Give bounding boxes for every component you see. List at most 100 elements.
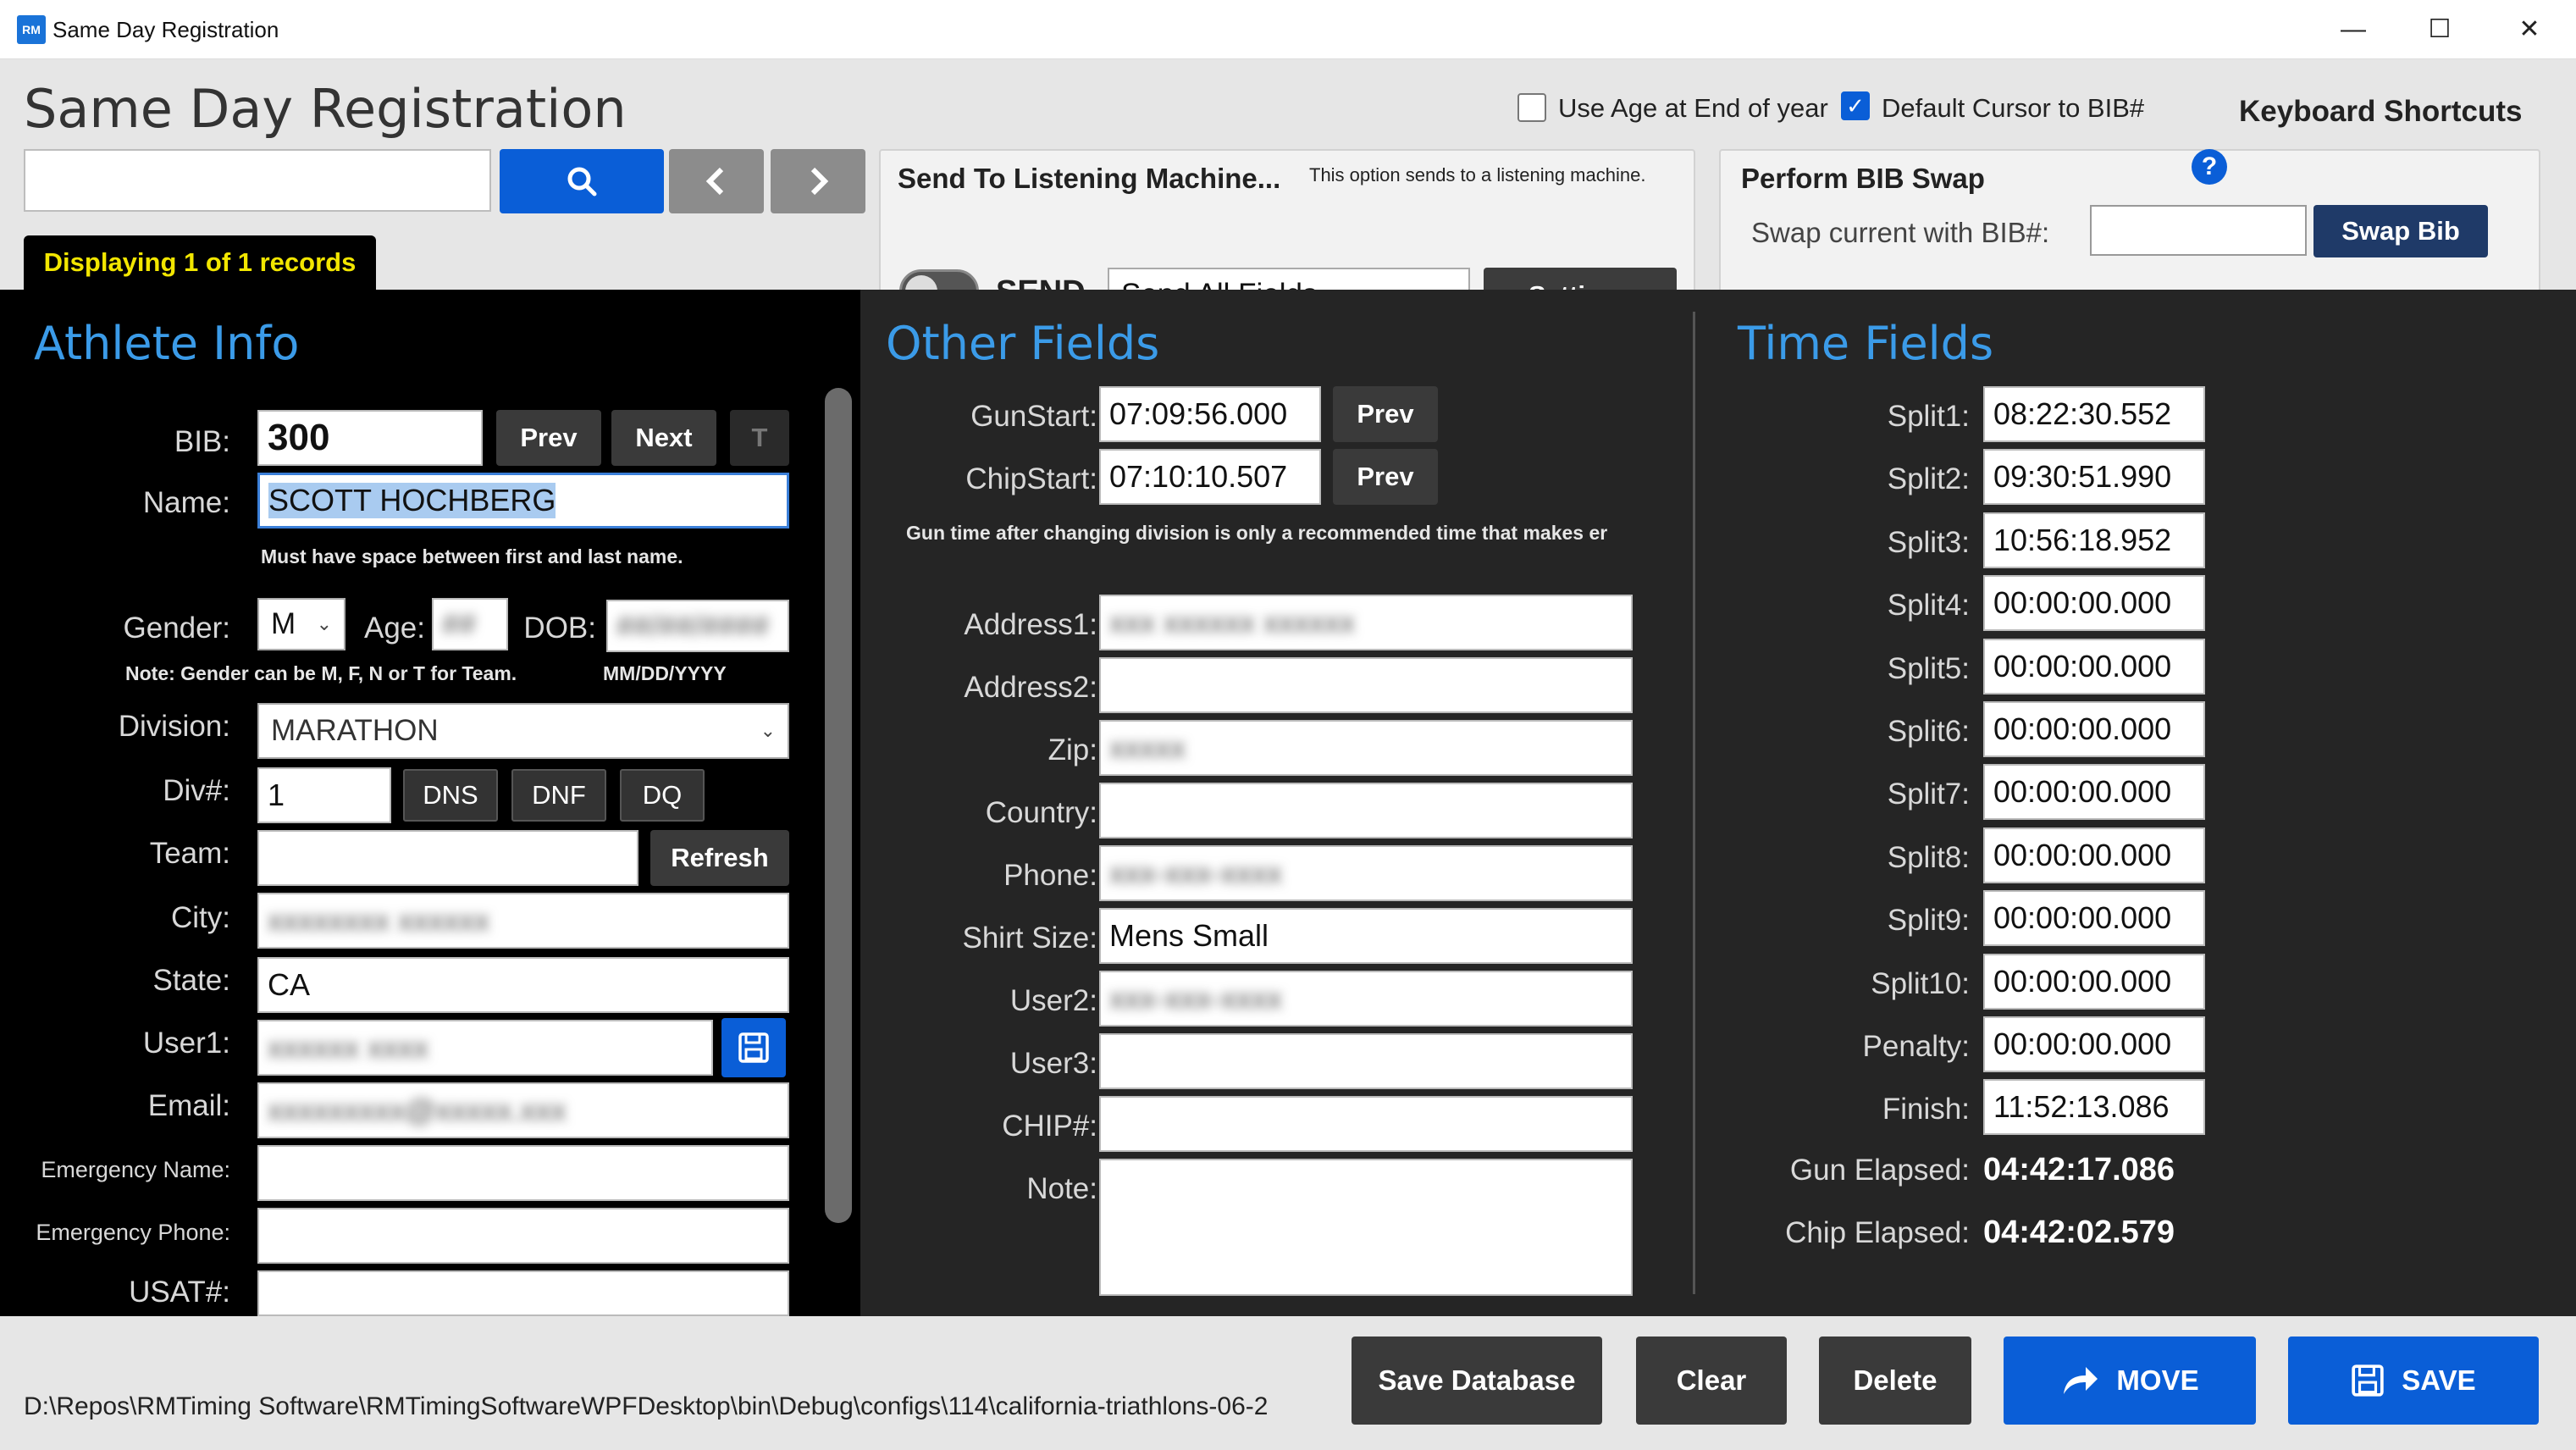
split-input[interactable]: 08:22:30.552	[1983, 386, 2205, 442]
chipstart-label: ChipStart:	[965, 462, 1097, 495]
athlete-scrollbar[interactable]	[821, 388, 855, 1223]
split-input[interactable]: 00:00:00.000	[1983, 890, 2205, 947]
app-icon: RM	[17, 15, 46, 44]
column-divider	[1693, 312, 1695, 1294]
address1-label: Address1:	[964, 608, 1097, 641]
age-label: Age:	[364, 612, 425, 645]
user3-input[interactable]	[1099, 1033, 1633, 1089]
bib-next-button[interactable]: Next	[611, 410, 716, 466]
team-input[interactable]	[257, 830, 638, 886]
country-label: Country:	[985, 796, 1097, 829]
user1-input[interactable]: xxxxxx xxxx	[257, 1020, 713, 1076]
country-input[interactable]	[1099, 783, 1633, 838]
emergency-name-input[interactable]	[257, 1145, 789, 1201]
usat-input[interactable]	[257, 1270, 789, 1316]
swap-bib-button[interactable]: Swap Bib	[2313, 205, 2488, 257]
split-input[interactable]: 00:00:00.000	[1983, 638, 2205, 695]
bib-swap-input[interactable]	[2090, 205, 2307, 256]
split-input[interactable]: 00:00:00.000	[1983, 701, 2205, 757]
maximize-button[interactable]: ☐	[2410, 8, 2469, 51]
phone-label: Phone:	[1003, 859, 1097, 892]
zip-input[interactable]: xxxxx	[1099, 720, 1633, 776]
age-input[interactable]: ##	[432, 598, 508, 650]
name-note: Must have space between first and last n…	[261, 545, 683, 567]
keyboard-shortcuts-link[interactable]: Keyboard Shortcuts	[2239, 95, 2523, 129]
email-input[interactable]: xxxxxxxxx@xxxxx.xxx	[257, 1082, 789, 1138]
split-input[interactable]: 11:52:13.086	[1983, 1079, 2205, 1136]
previous-record-button[interactable]	[669, 149, 764, 213]
bib-input[interactable]: 300	[257, 410, 483, 466]
next-record-button[interactable]	[771, 149, 865, 213]
name-label: Name:	[142, 486, 230, 519]
save-database-button[interactable]: Save Database	[1352, 1337, 1602, 1425]
split-label: Split3:	[1887, 525, 1970, 559]
chip-input[interactable]	[1099, 1096, 1633, 1152]
dns-button[interactable]: DNS	[403, 769, 498, 822]
gunstart-prev-button[interactable]: Prev	[1333, 386, 1438, 442]
user3-label: User3:	[1009, 1047, 1097, 1080]
address1-value: xxx xxxxxx xxxxxx	[1109, 605, 1356, 639]
help-icon[interactable]: ?	[2192, 149, 2227, 185]
athlete-info-title: Athlete Info	[34, 317, 300, 370]
config-path: D:\Repos\RMTiming Software\RMTimingSoftw…	[24, 1392, 1269, 1420]
floppy-disk-icon	[2352, 1364, 2384, 1397]
save-button[interactable]: SAVE	[2288, 1337, 2539, 1425]
division-select[interactable]: MARATHON ⌄	[257, 703, 789, 759]
phone-value: xxx-xxx-xxxx	[1109, 855, 1282, 890]
gun-time-note: Gun time after changing division is only…	[906, 522, 1608, 544]
delete-button[interactable]: Delete	[1819, 1337, 1971, 1425]
save-user1-button[interactable]	[721, 1018, 786, 1077]
phone-input[interactable]: xxx-xxx-xxxx	[1099, 845, 1633, 901]
city-input[interactable]: xxxxxxxx xxxxxx	[257, 893, 789, 949]
fields-panel: Other Fields GunStart: 07:09:56.000 Prev…	[860, 290, 2576, 1316]
split-input[interactable]: 00:00:00.000	[1983, 764, 2205, 821]
bib-swap-title: Perform BIB Swap	[1741, 163, 1985, 194]
split-input[interactable]: 00:00:00.000	[1983, 1016, 2205, 1072]
chipstart-prev-button[interactable]: Prev	[1333, 449, 1438, 505]
chipstart-input[interactable]: 07:10:10.507	[1099, 449, 1321, 505]
shirt-size-input[interactable]: Mens Small	[1099, 908, 1633, 964]
bib-prev-button[interactable]: Prev	[496, 410, 601, 466]
zip-label: Zip:	[1048, 733, 1097, 767]
save-button-label: SAVE	[2402, 1364, 2476, 1396]
state-input[interactable]: CA	[257, 957, 789, 1013]
split-label: Penalty:	[1862, 1030, 1970, 1063]
address1-input[interactable]: xxx xxxxxx xxxxxx	[1099, 595, 1633, 650]
user1-value: xxxxxx xxxx	[268, 1030, 429, 1065]
refresh-button[interactable]: Refresh	[650, 830, 789, 886]
user2-input[interactable]: xxx-xxx-xxxx	[1099, 971, 1633, 1027]
split-input[interactable]: 09:30:51.990	[1983, 449, 2205, 506]
clear-button[interactable]: Clear	[1636, 1337, 1787, 1425]
chip-elapsed-value: 04:42:02.579	[1983, 1215, 2175, 1250]
search-button[interactable]	[500, 149, 664, 213]
search-input[interactable]	[24, 149, 491, 212]
usat-label: USAT#:	[129, 1276, 230, 1309]
split-input[interactable]: 10:56:18.952	[1983, 512, 2205, 568]
name-input[interactable]: SCOTT HOCHBERG	[257, 473, 789, 529]
team-t-button[interactable]: T	[730, 410, 789, 466]
address2-input[interactable]	[1099, 657, 1633, 713]
header: Same Day Registration Displaying 1 of 1 …	[0, 59, 2576, 346]
default-cursor-checkbox[interactable]: ✓	[1841, 91, 1870, 120]
time-fields-title: Time Fields	[1738, 317, 1994, 370]
split-input[interactable]: 00:00:00.000	[1983, 575, 2205, 632]
gender-select[interactable]: M ⌄	[257, 598, 345, 650]
search-icon	[567, 167, 597, 196]
send-panel-title: Send To Listening Machine...	[898, 163, 1281, 194]
dnf-button[interactable]: DNF	[511, 769, 606, 822]
gunstart-input[interactable]: 07:09:56.000	[1099, 386, 1321, 442]
dq-button[interactable]: DQ	[620, 769, 705, 822]
split-input[interactable]: 00:00:00.000	[1983, 953, 2205, 1010]
emergency-phone-input[interactable]	[257, 1208, 789, 1264]
divnum-input[interactable]: 1	[257, 767, 391, 823]
scrollbar-thumb[interactable]	[825, 388, 852, 1223]
split-label: Split2:	[1887, 462, 1970, 496]
minimize-button[interactable]: —	[2324, 8, 2383, 51]
split-input[interactable]: 00:00:00.000	[1983, 827, 2205, 883]
note-textarea[interactable]	[1099, 1159, 1633, 1296]
move-button[interactable]: MOVE	[2004, 1337, 2256, 1425]
dob-input[interactable]: ##/##/####	[606, 600, 789, 652]
use-age-checkbox[interactable]	[1517, 93, 1546, 122]
close-button[interactable]: ✕	[2500, 8, 2559, 51]
team-label: Team:	[149, 837, 230, 870]
